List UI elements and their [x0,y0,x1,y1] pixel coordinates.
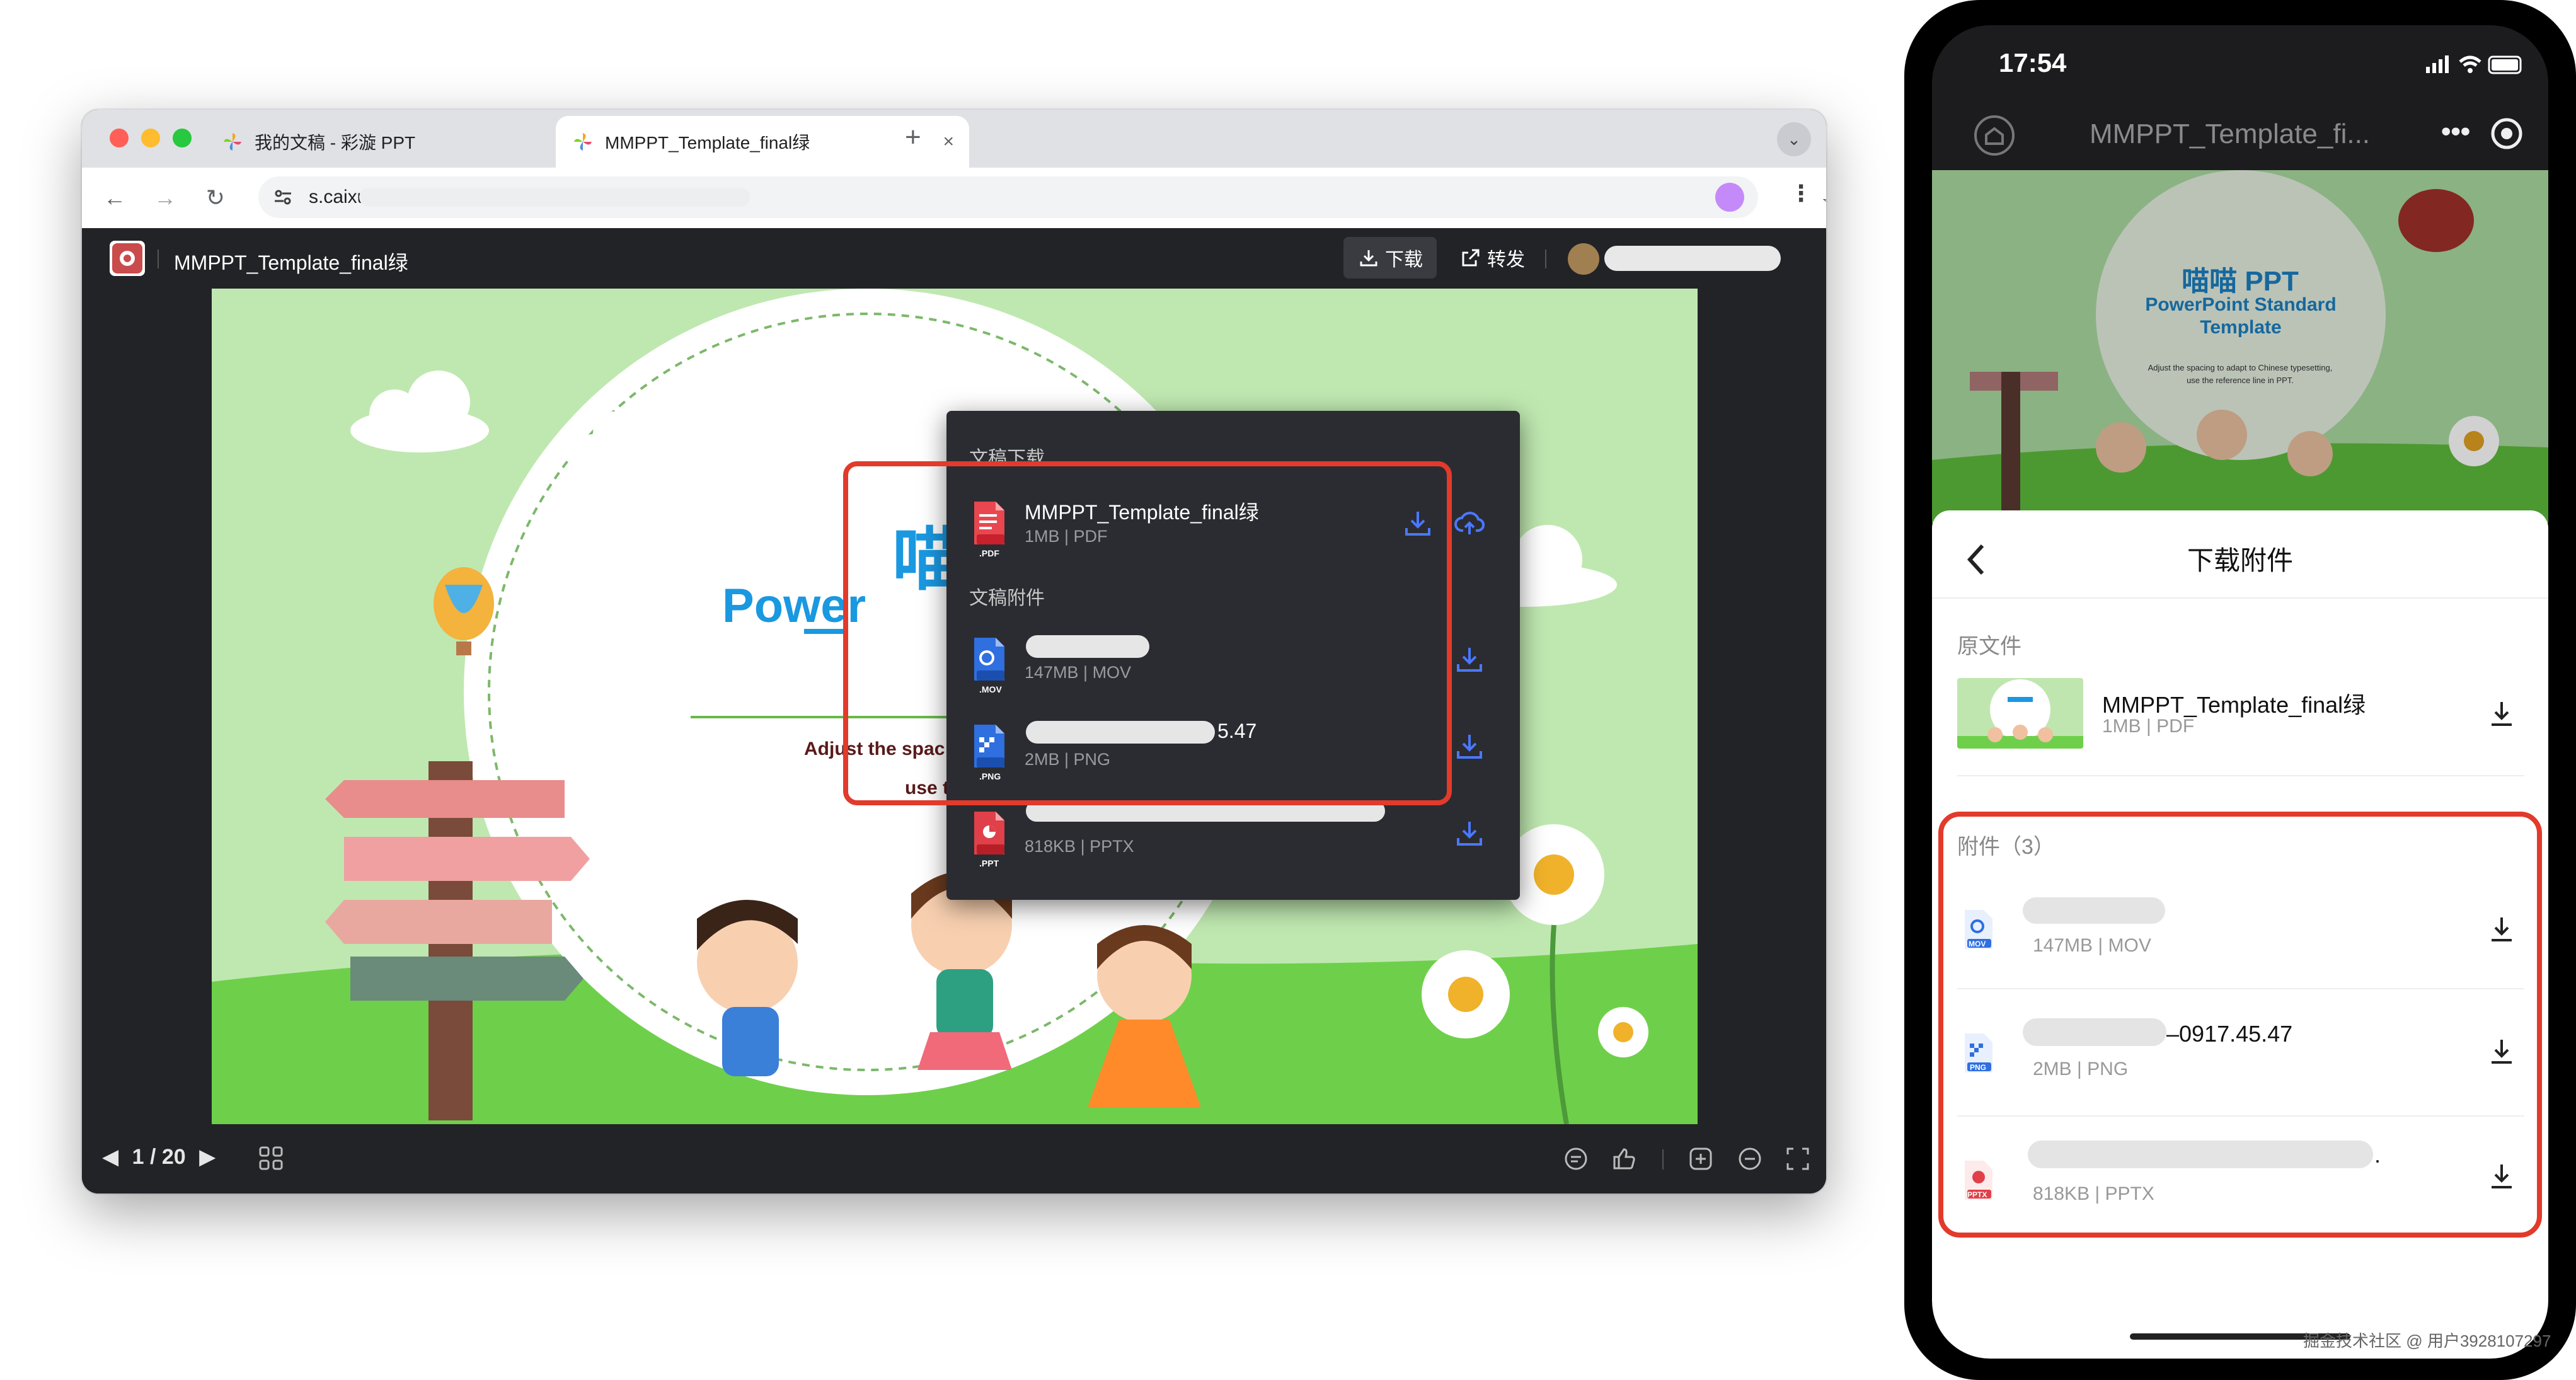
app-logo [110,241,145,276]
chevron-down-icon[interactable]: ⌄ [1777,122,1811,156]
kebab-menu-icon[interactable]: ⋮ [1790,180,1812,207]
zoom-out-icon[interactable] [1737,1146,1763,1172]
new-tab-button[interactable]: + [905,124,921,151]
file-meta: 1MB | PDF [2102,716,2195,737]
doc-header: MMPPT_Template_final绿 下载 转发 [82,228,1826,289]
extension-icon[interactable] [1715,183,1744,212]
page-indicator: 1 / 20 [132,1145,186,1169]
tune-icon[interactable] [272,187,294,208]
highlight-box [843,461,1452,805]
viewer-footer: ◀ 1 / 20 ▶ [82,1124,1826,1193]
share-icon [1462,249,1480,267]
home-icon[interactable] [1972,113,2016,158]
ppt-file-icon [974,812,1004,854]
download-label: 下载 [1385,250,1423,270]
next-page-icon[interactable]: ▶ [199,1145,216,1169]
close-window-button[interactable] [110,129,129,147]
slide-preview[interactable]: 喵喵 PPT PowerPoint Standard Template Adju… [1932,170,2548,523]
forward-button[interactable]: 转发 [1448,237,1536,279]
sheet-title: 下载附件 [2187,546,2293,575]
phone-screen: 17:54 MMPPT_Template_fi... ••• 喵喵 PPT Po… [1932,25,2548,1359]
back-arrow-icon[interactable]: ← [98,181,131,214]
download-icon[interactable] [1454,731,1485,761]
zoom-in-icon[interactable] [1688,1146,1714,1172]
watermark: 掘金技术社区 @ 用户3928107297 [2303,1331,2551,1350]
file-thumbnail [1957,678,2083,749]
download-icon[interactable] [2487,698,2517,728]
redacted-username [1604,246,1781,271]
forward-arrow-icon[interactable]: → [149,181,181,214]
download-button[interactable]: 下载 [1343,237,1437,279]
divider [1662,1149,1664,1170]
browser-toolbar: ← → ↻ s.caixu ☆ ⋮ [82,168,1826,229]
download-icon[interactable] [1454,644,1485,674]
status-time: 17:54 [1999,48,2067,78]
file-name: MMPPT_Template_final绿 [2102,692,2366,718]
tab-bar: 我的文稿 - 彩漩 PPT × MMPPT_Template_final绿 × … [82,110,1826,168]
browser-window: 我的文稿 - 彩漩 PPT × MMPPT_Template_final绿 × … [82,110,1826,1193]
original-file-label: 原文件 [1957,635,2021,658]
prev-page-icon[interactable]: ◀ [102,1145,118,1169]
original-file-row[interactable]: MMPPT_Template_final绿 1MB | PDF [1932,673,2548,755]
tab-close-icon[interactable]: × [943,131,954,152]
divider [1932,597,2548,599]
divider [1957,775,2524,776]
dim-overlay [1932,170,2548,523]
download-icon [1360,250,1377,267]
fullscreen-icon[interactable] [1785,1146,1811,1172]
attachment-row[interactable]: .PPT 818KB | PPTX [946,795,1520,877]
maximize-window-button[interactable] [173,129,192,147]
minimize-window-button[interactable] [141,129,160,147]
pinwheel-icon [574,133,592,151]
file-meta: 818KB | PPTX [1025,837,1134,856]
pager: ◀ 1 / 20 ▶ [102,1144,216,1170]
phone-mockup: 17:54 MMPPT_Template_fi... ••• 喵喵 PPT Po… [1904,0,2576,1380]
highlight-box [1938,812,2542,1238]
divider [158,250,159,268]
address-bar[interactable]: s.caixu ☆ [258,176,1826,218]
download-icon[interactable] [1454,818,1485,848]
tab-title: MMPPT_Template_final绿 [605,133,810,152]
star-icon[interactable]: ☆ [1821,188,1826,217]
grid-view-icon[interactable] [258,1146,284,1171]
more-icon[interactable]: ••• [2441,116,2470,147]
thumbs-up-icon[interactable] [1611,1146,1637,1172]
divider [1545,250,1546,268]
pinwheel-icon [224,133,241,151]
reload-icon[interactable]: ↻ [199,181,232,214]
title-underline [804,629,848,634]
comment-icon[interactable] [1563,1146,1589,1172]
nav-title: MMPPT_Template_fi... [2090,118,2371,149]
doc-title: MMPPT_Template_final绿 [174,251,408,274]
forward-label: 转发 [1487,250,1525,270]
ppt-badge: .PPT [979,858,999,868]
redacted-url-blur [359,188,750,207]
cloud-upload-icon[interactable] [1454,508,1485,538]
avatar[interactable] [1568,243,1599,275]
status-icons [2426,55,2522,74]
record-icon[interactable] [2489,116,2524,151]
tab-title: 我的文稿 - 彩漩 PPT [255,133,416,152]
download-attachments-sheet: 下载附件 原文件 MMPPT_Template_final绿 1MB | PDF… [1932,510,2548,1359]
